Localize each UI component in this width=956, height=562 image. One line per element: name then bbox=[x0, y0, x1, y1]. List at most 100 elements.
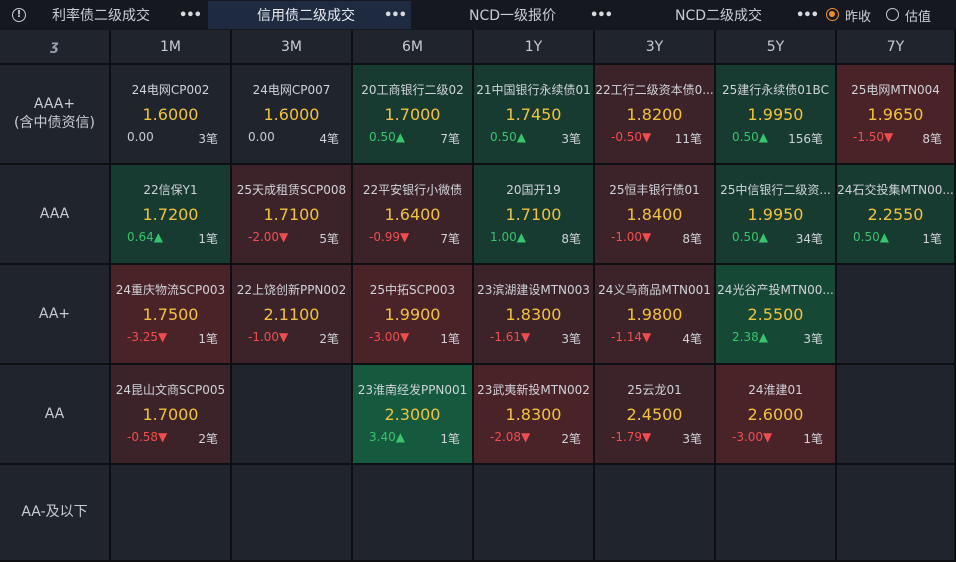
bond-quote-cell[interactable]: 24石交投集MTN00... 2.2550 0.50▲ 1笔 bbox=[837, 165, 956, 265]
bond-quote-cell[interactable]: 22信保Y1 1.7200 0.64▲ 1笔 bbox=[111, 165, 232, 265]
radio-label[interactable]: 昨收 bbox=[845, 6, 871, 25]
yield-change: 0.50▲ bbox=[490, 130, 526, 144]
tab-4[interactable]: NCD二级成交 ••• bbox=[619, 1, 821, 29]
trade-count: 2笔 bbox=[319, 332, 339, 346]
bond-yield: 1.7000 bbox=[142, 405, 199, 424]
tab-1[interactable]: 利率债二级成交 ••• bbox=[38, 1, 206, 29]
more-icon[interactable]: ••• bbox=[590, 8, 613, 23]
more-icon[interactable]: ••• bbox=[384, 8, 407, 23]
radio-label[interactable]: 估值 bbox=[905, 6, 931, 25]
bond-yield: 1.9950 bbox=[747, 105, 804, 124]
column-header-3Y: 3Y bbox=[595, 30, 716, 65]
trade-count: 156笔 bbox=[788, 132, 823, 146]
bond-quote-cell[interactable]: 21中国银行永续债01 1.7450 0.50▲ 3笔 bbox=[474, 65, 595, 165]
tab-3[interactable]: NCD一级报价 ••• bbox=[413, 1, 617, 29]
tab-2[interactable]: 信用债二级成交 ••• bbox=[208, 1, 411, 29]
bond-quote-cell[interactable]: 24淮建01 2.6000 -3.00▼ 1笔 bbox=[716, 365, 837, 465]
bond-quote-cell[interactable]: 25建行永续债01BC 1.9950 0.50▲ 156笔 bbox=[716, 65, 837, 165]
bond-name: 25云龙01 bbox=[627, 383, 682, 397]
yield-change: -0.58▼ bbox=[127, 430, 168, 444]
trade-count: 2笔 bbox=[198, 432, 218, 446]
bond-quote-cell[interactable]: 25天成租赁SCP008 1.7100 -2.00▼ 5笔 bbox=[232, 165, 353, 265]
bond-name: 24淮建01 bbox=[748, 383, 803, 397]
bond-quote-cell[interactable]: 25云龙01 2.4500 -1.79▼ 3笔 bbox=[595, 365, 716, 465]
yield-change: -1.14▼ bbox=[611, 330, 652, 344]
yield-change: 3.40▲ bbox=[369, 430, 405, 444]
trade-count: 1笔 bbox=[440, 432, 460, 446]
trade-count: 1笔 bbox=[198, 232, 218, 246]
corner-cell: ʒ bbox=[0, 30, 111, 65]
yield-change: 0.50▲ bbox=[732, 130, 768, 144]
bond-quote-cell[interactable]: 23淮南经发PPN001 2.3000 3.40▲ 1笔 bbox=[353, 365, 474, 465]
bond-quote-cell[interactable]: 24义乌商品MTN001 1.9800 -1.14▼ 4笔 bbox=[595, 265, 716, 365]
info-icon[interactable]: ! bbox=[12, 8, 26, 22]
bond-quote-cell[interactable]: 22上饶创新PPN002 2.1100 -1.00▼ 2笔 bbox=[232, 265, 353, 365]
yield-change: -1.00▼ bbox=[611, 230, 652, 244]
yield-change: -1.79▼ bbox=[611, 430, 652, 444]
rating-tenor-grid: ʒ 1M 3M 6M 1Y 3Y 5Y 7Y AAA+ (含中债资信) 24电网CP002 1.600… bbox=[0, 30, 956, 562]
yield-change: -1.61▼ bbox=[490, 330, 531, 344]
bond-name: 23淮南经发PPN001 bbox=[357, 383, 468, 397]
bond-name: 22上饶创新PPN002 bbox=[236, 283, 347, 297]
yield-change: 0.00 bbox=[248, 130, 275, 144]
bond-quote-cell[interactable]: 20工商银行二级02 1.7000 0.50▲ 7笔 bbox=[353, 65, 474, 165]
empty-cell bbox=[716, 465, 837, 562]
bond-quote-cell[interactable]: 25电网MTN004 1.9650 -1.50▼ 8笔 bbox=[837, 65, 956, 165]
bond-yield: 1.7000 bbox=[384, 105, 441, 124]
tab-label: NCD一级报价 bbox=[469, 8, 557, 24]
empty-cell bbox=[353, 465, 474, 562]
bond-quote-cell[interactable]: 22工行二级资本债0... 1.8200 -0.50▼ 11笔 bbox=[595, 65, 716, 165]
bond-quote-cell[interactable]: 25中信银行二级资... 1.9950 0.50▲ 34笔 bbox=[716, 165, 837, 265]
yield-change: 1.00▲ bbox=[490, 230, 526, 244]
tab-label: NCD二级成交 bbox=[675, 8, 763, 24]
settings-icon[interactable]: ʒ bbox=[50, 39, 58, 54]
bond-quote-cell[interactable]: 23滨湖建设MTN003 1.8300 -1.61▼ 3笔 bbox=[474, 265, 595, 365]
empty-cell bbox=[232, 465, 353, 562]
yield-change: 0.50▲ bbox=[369, 130, 405, 144]
empty-cell bbox=[111, 465, 232, 562]
trade-count: 7笔 bbox=[440, 132, 460, 146]
bond-name: 24重庆物流SCP003 bbox=[115, 283, 226, 297]
row-header: AA-及以下 bbox=[0, 465, 111, 562]
column-header-3M: 3M bbox=[232, 30, 353, 65]
bond-name: 24昆山文商SCP005 bbox=[115, 383, 226, 397]
yield-change: -3.00▼ bbox=[732, 430, 773, 444]
yield-change: 0.50▲ bbox=[732, 230, 768, 244]
yield-change: -0.50▼ bbox=[611, 130, 652, 144]
bond-yield: 2.2550 bbox=[867, 205, 924, 224]
more-icon[interactable]: ••• bbox=[796, 8, 819, 23]
bond-yield: 1.7450 bbox=[505, 105, 562, 124]
bond-quote-cell[interactable]: 20国开19 1.7100 1.00▲ 8笔 bbox=[474, 165, 595, 265]
bond-quote-cell[interactable]: 24昆山文商SCP005 1.7000 -0.58▼ 2笔 bbox=[111, 365, 232, 465]
trade-count: 8笔 bbox=[922, 132, 942, 146]
bond-name: 25中拓SCP003 bbox=[369, 283, 456, 297]
trade-count: 2笔 bbox=[561, 432, 581, 446]
yield-change: -1.50▼ bbox=[853, 130, 894, 144]
trade-count: 3笔 bbox=[561, 332, 581, 346]
column-header-6M: 6M bbox=[353, 30, 474, 65]
yield-change: 0.64▲ bbox=[127, 230, 163, 244]
bond-yield: 1.7500 bbox=[142, 305, 199, 324]
bond-quote-cell[interactable]: 25中拓SCP003 1.9900 -3.00▼ 1笔 bbox=[353, 265, 474, 365]
bond-quote-cell[interactable]: 25恒丰银行债01 1.8400 -1.00▼ 8笔 bbox=[595, 165, 716, 265]
bond-yield: 1.6000 bbox=[263, 105, 320, 124]
bond-quote-cell[interactable]: 24电网CP007 1.6000 0.00 4笔 bbox=[232, 65, 353, 165]
bond-yield: 1.8300 bbox=[505, 405, 562, 424]
bond-name: 22工行二级资本债0... bbox=[595, 83, 714, 97]
bond-quote-cell[interactable]: 22平安银行小微债 1.6400 -0.99▼ 7笔 bbox=[353, 165, 474, 265]
bond-yield: 2.6000 bbox=[747, 405, 804, 424]
empty-cell bbox=[474, 465, 595, 562]
bond-yield: 1.8200 bbox=[626, 105, 683, 124]
more-icon[interactable]: ••• bbox=[179, 8, 202, 23]
row-header-label: (含中债资信) bbox=[14, 115, 95, 131]
trade-count: 4笔 bbox=[682, 332, 702, 346]
bond-quote-cell[interactable]: 24光谷产投MTN00... 2.5500 2.38▲ 3笔 bbox=[716, 265, 837, 365]
radio-prev-close[interactable] bbox=[826, 8, 839, 21]
tab-label: 信用债二级成交 bbox=[257, 8, 355, 24]
bond-quote-cell[interactable]: 24重庆物流SCP003 1.7500 -3.25▼ 1笔 bbox=[111, 265, 232, 365]
bond-quote-cell[interactable]: 24电网CP002 1.6000 0.00 3笔 bbox=[111, 65, 232, 165]
bond-name: 22平安银行小微债 bbox=[362, 183, 463, 197]
bond-yield: 1.9650 bbox=[867, 105, 924, 124]
radio-valuation[interactable] bbox=[886, 8, 899, 21]
bond-quote-cell[interactable]: 23武夷新投MTN002 1.8300 -2.08▼ 2笔 bbox=[474, 365, 595, 465]
